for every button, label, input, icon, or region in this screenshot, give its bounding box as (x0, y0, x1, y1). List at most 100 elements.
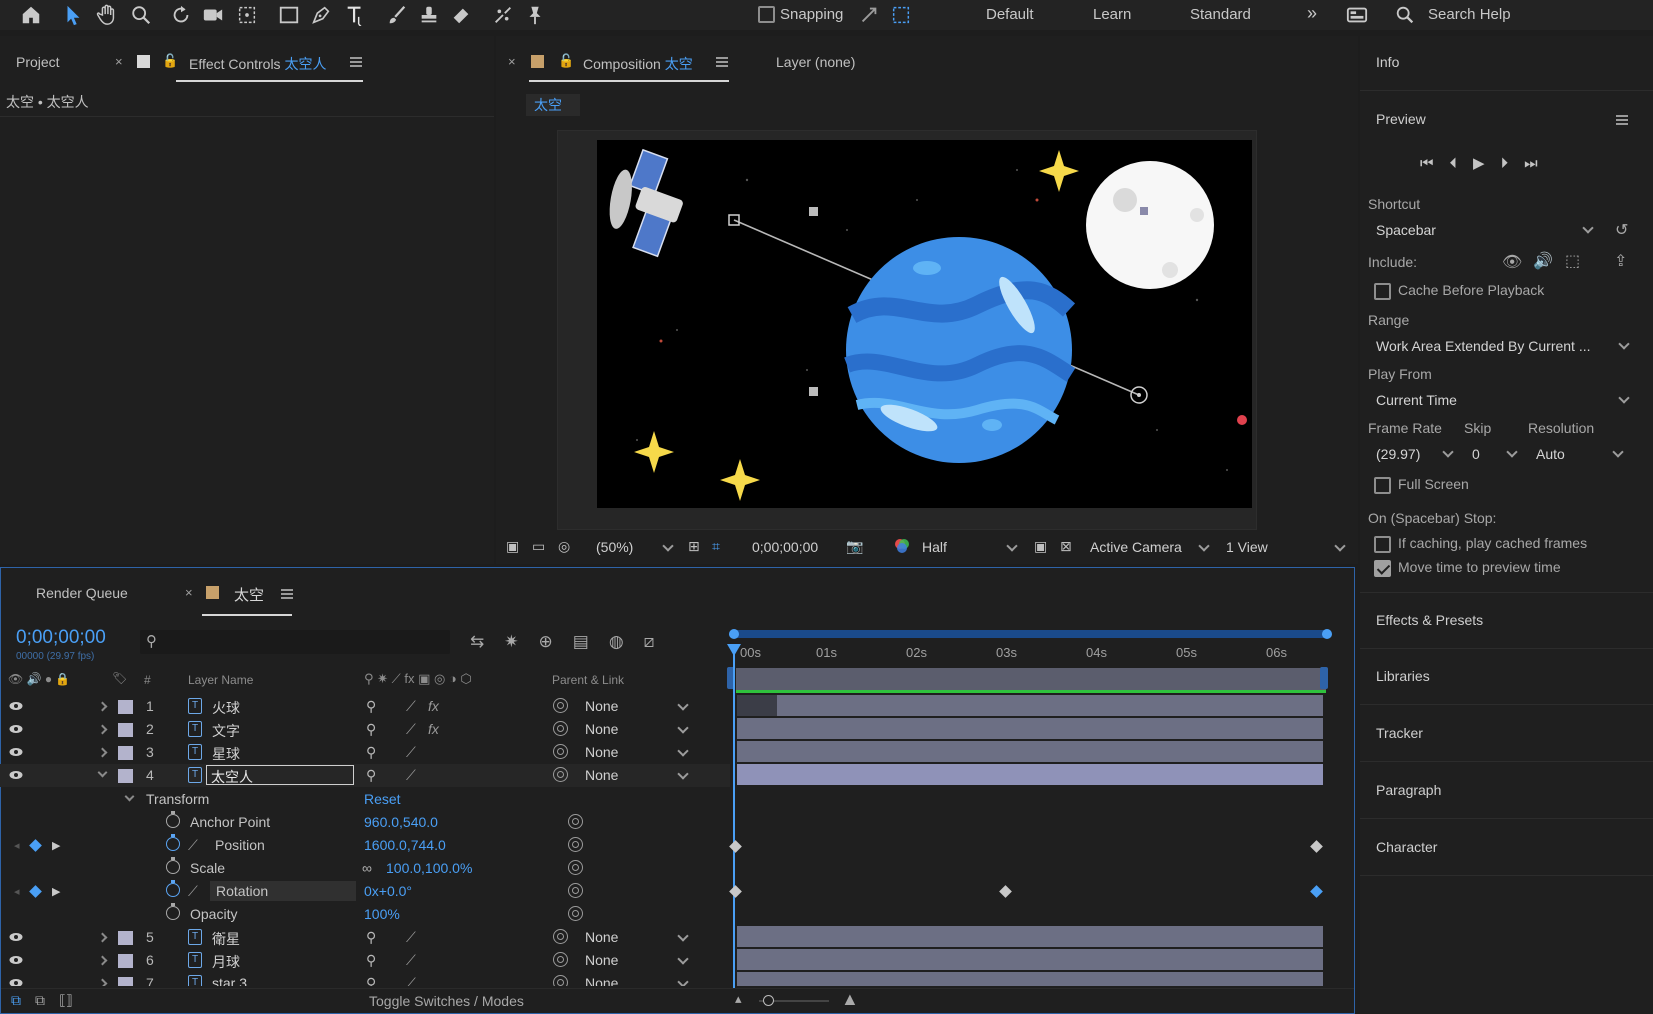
view-layout-select[interactable]: 1 View (1226, 539, 1268, 555)
rotate-tool-icon[interactable] (168, 2, 194, 28)
layer-name[interactable]: star 3 (212, 975, 247, 986)
layer-name[interactable]: 月球 (212, 952, 240, 972)
layer-2-track[interactable] (737, 718, 1323, 739)
layer-row-selected[interactable]: 4 T 太空人 ⚲ ⟋ None (0, 764, 730, 787)
shy-switch-icon[interactable]: ⚲ (366, 698, 376, 715)
layer-row[interactable]: 1 T 火球 ⚲ ⟋ fx None (0, 695, 730, 718)
tracker-panel[interactable]: Tracker (1376, 725, 1423, 741)
puppet-pin-tool-icon[interactable] (522, 2, 548, 28)
layer-row[interactable]: 2 T 文字 ⚲ ⟋ fx None (0, 718, 730, 741)
mask-visibility-icon[interactable]: ◎ (558, 538, 570, 555)
layer-switches-icon[interactable]: ⧉ (11, 992, 21, 1009)
more-workspaces-icon[interactable]: » (1307, 3, 1317, 24)
shy-switch-icon[interactable]: ⚲ (366, 767, 376, 784)
parent-select[interactable]: None (585, 929, 695, 945)
last-frame-icon[interactable]: ⏭ (1524, 155, 1538, 172)
add-keyframe-icon[interactable] (29, 885, 42, 898)
shy-switch-icon[interactable]: ⚲ (366, 975, 376, 986)
parent-select[interactable]: None (585, 698, 695, 714)
zoom-out-icon[interactable]: ▴ (735, 991, 742, 1007)
libraries-panel[interactable]: Libraries (1376, 668, 1430, 684)
region-of-interest-icon[interactable]: ⌗ (712, 538, 720, 555)
resolution-select[interactable]: Half (922, 539, 947, 555)
shy-switch-icon[interactable]: ⚲ (366, 744, 376, 761)
export-icon[interactable]: ⇪ (1614, 251, 1627, 271)
pick-whip-icon[interactable] (553, 698, 568, 713)
snap-feather-icon[interactable] (888, 2, 914, 28)
info-panel-header[interactable]: Info (1376, 54, 1399, 70)
layer-name[interactable]: 衛星 (212, 929, 240, 949)
cache-before-playback-checkbox[interactable] (1374, 283, 1391, 300)
zoom-select[interactable]: (50%) (596, 539, 633, 555)
transform-group[interactable]: Transform Reset (0, 788, 730, 811)
first-frame-icon[interactable]: ⏮ (1420, 155, 1434, 172)
graph-icon[interactable]: ⟋ (188, 837, 198, 854)
quality-switch-icon[interactable]: ⟋ (406, 929, 416, 946)
work-area-end-handle[interactable] (1322, 629, 1332, 639)
work-area-bar[interactable] (729, 630, 1329, 638)
label-color-swatch[interactable] (118, 700, 133, 714)
pick-whip-icon[interactable] (553, 952, 568, 967)
work-area-out-marker[interactable] (1320, 667, 1328, 689)
pan-behind-tool-icon[interactable] (234, 2, 260, 28)
monitor-icon[interactable]: ▭ (532, 538, 545, 555)
if-caching-checkbox[interactable] (1374, 536, 1391, 553)
layer-name[interactable]: 星球 (212, 744, 240, 764)
zoom-in-icon[interactable]: ▲ (841, 989, 859, 1010)
chevron-down-icon[interactable] (97, 767, 108, 778)
property-value[interactable]: 960.0,540.0 (364, 814, 438, 830)
pick-whip-icon[interactable] (553, 975, 568, 986)
toggle-switches-modes-button[interactable]: Toggle Switches / Modes (369, 993, 524, 1009)
label-color-swatch[interactable] (118, 931, 133, 945)
lock-icon[interactable]: 🔓 (558, 53, 574, 69)
chevron-right-icon[interactable] (97, 978, 108, 986)
home-icon[interactable] (18, 2, 44, 28)
tab-project[interactable]: Project (16, 54, 60, 70)
fast-preview-icon[interactable]: ▣ (1034, 538, 1047, 555)
eraser-tool-icon[interactable] (448, 2, 474, 28)
chevron-right-icon[interactable] (97, 724, 108, 735)
tab-layer[interactable]: Layer (none) (776, 54, 855, 70)
motion-blur-icon[interactable]: ◍ (609, 632, 624, 652)
character-panel[interactable]: Character (1376, 839, 1437, 855)
always-preview-icon[interactable]: ▣ (506, 538, 519, 555)
property-value[interactable]: 100.0,100.0% (386, 860, 472, 876)
layer-name-header[interactable]: Layer Name (188, 673, 253, 687)
reset-shortcut-icon[interactable]: ↺ (1615, 220, 1628, 240)
close-icon[interactable]: × (115, 54, 123, 69)
pick-whip-icon[interactable] (553, 721, 568, 736)
layer-row[interactable]: 5 T 衛星 ⚲ ⟋ None (0, 926, 730, 949)
lock-icon[interactable]: 🔓 (162, 53, 178, 69)
rectangle-tool-icon[interactable] (276, 2, 302, 28)
visibility-eye-icon[interactable] (9, 955, 23, 965)
camera-tool-icon[interactable] (200, 2, 226, 28)
layer-row[interactable]: 6 T 月球 ⚲ ⟋ None (0, 949, 730, 972)
selection-tool-icon[interactable] (60, 2, 86, 28)
pick-whip-icon[interactable] (553, 767, 568, 782)
prev-keyframe-icon[interactable]: ◂ (14, 885, 20, 898)
snapping-checkbox[interactable] (758, 6, 775, 23)
next-keyframe-icon[interactable]: ▶ (52, 885, 60, 898)
label-color-swatch[interactable] (118, 746, 133, 760)
close-icon[interactable]: × (508, 54, 516, 69)
chevron-right-icon[interactable] (97, 747, 108, 758)
stopwatch-icon[interactable] (166, 903, 180, 920)
transform-reset-button[interactable]: Reset (364, 791, 401, 807)
label-color-swatch[interactable] (118, 954, 133, 968)
pick-whip-icon[interactable] (568, 837, 583, 852)
quality-switch-icon[interactable]: ⟋ (406, 952, 416, 969)
close-icon[interactable]: × (185, 585, 193, 600)
parent-select[interactable]: None (585, 952, 695, 968)
pick-whip-icon[interactable] (553, 929, 568, 944)
parent-select[interactable]: None (585, 744, 695, 760)
stopwatch-icon[interactable] (166, 811, 180, 828)
snapshot-camera-icon[interactable]: 📷 (846, 538, 863, 555)
constrain-proportions-icon[interactable]: ∞ (362, 860, 372, 876)
workspace-standard[interactable]: Standard (1190, 6, 1251, 23)
visibility-eye-icon[interactable] (9, 701, 23, 711)
layer-7-track[interactable] (737, 972, 1323, 986)
parent-select[interactable]: None (585, 975, 695, 986)
visibility-eye-icon[interactable] (9, 747, 23, 757)
grid-guides-icon[interactable]: ⊞ (688, 538, 700, 555)
next-frame-icon[interactable]: ⏵ (1501, 155, 1509, 172)
